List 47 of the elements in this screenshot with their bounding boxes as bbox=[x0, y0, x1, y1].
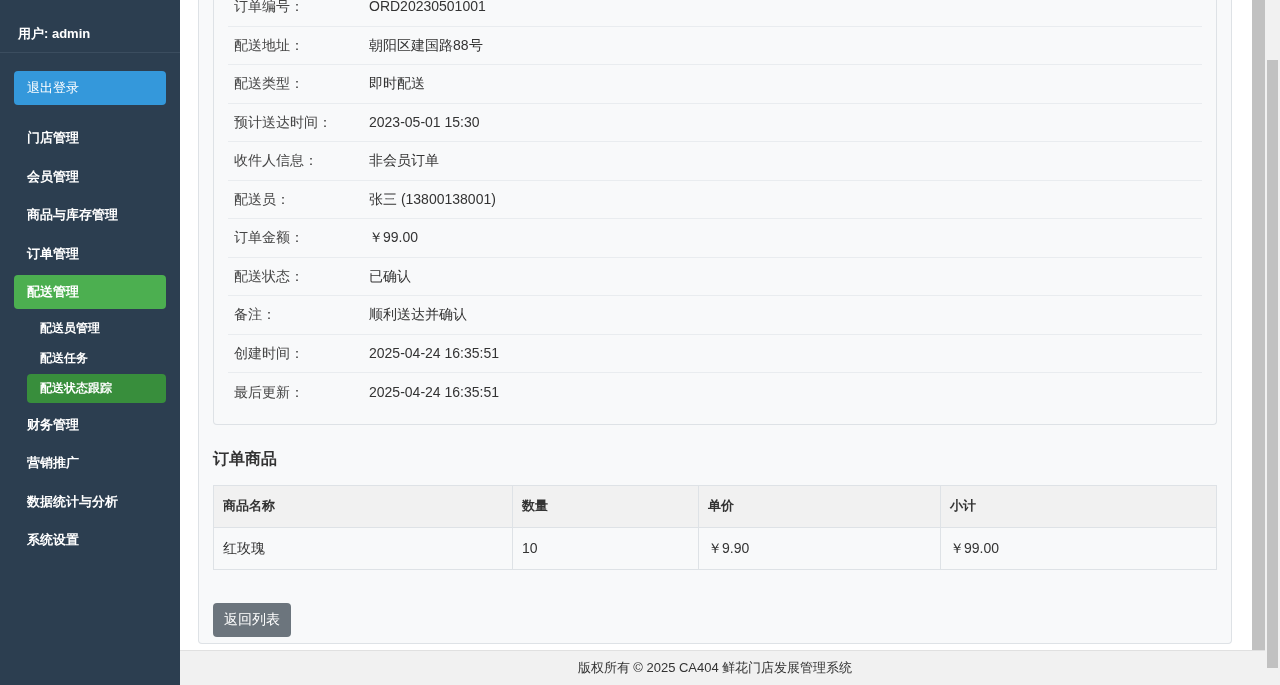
column-header: 小计 bbox=[940, 485, 1216, 527]
nav-subitem[interactable]: 配送状态跟踪 bbox=[27, 373, 166, 403]
nav-item[interactable]: 订单管理 bbox=[14, 236, 166, 271]
detail-value: 2025-04-24 16:35:51 bbox=[369, 382, 499, 402]
detail-label: 订单编号： bbox=[233, 0, 305, 17]
table-cell: ￥9.90 bbox=[698, 527, 940, 569]
nav-item[interactable]: 会员管理 bbox=[14, 159, 166, 194]
detail-value: 2023-05-01 15:30 bbox=[369, 112, 480, 132]
column-header: 单价 bbox=[698, 485, 940, 527]
nav-item[interactable]: 商品与库存管理 bbox=[14, 198, 166, 232]
scrollbar-thumb[interactable] bbox=[1267, 60, 1278, 668]
section-title: 订单商品 bbox=[213, 448, 278, 469]
detail-value: ORD20230501001 bbox=[369, 0, 486, 17]
detail-label: 创建时间： bbox=[233, 343, 305, 363]
nav-item[interactable]: 营销推广 bbox=[14, 446, 166, 480]
footer-text: 版权所有 © 2025 CA404 鲜花门店发展管理系统 bbox=[577, 659, 853, 678]
column-header: 数量 bbox=[512, 485, 698, 527]
detail-label: 预计送达时间： bbox=[233, 112, 333, 132]
user-label: 用户: admin bbox=[18, 25, 91, 44]
table-cell: 10 bbox=[512, 527, 698, 569]
detail-label: 配送员： bbox=[233, 189, 291, 209]
nav-subitem[interactable]: 配送任务 bbox=[27, 343, 166, 373]
scrollbar-thumb[interactable] bbox=[1252, 0, 1265, 650]
detail-value: 已确认 bbox=[369, 266, 411, 286]
detail-value: 顺利送达并确认 bbox=[369, 305, 467, 325]
detail-label: 配送状态： bbox=[233, 266, 305, 286]
table-cell: ￥99.00 bbox=[940, 527, 1216, 569]
detail-value: 非会员订单 bbox=[369, 151, 439, 171]
detail-value: 2025-04-24 16:35:51 bbox=[369, 343, 499, 363]
detail-label: 最后更新： bbox=[233, 382, 305, 402]
table-cell-text: 红玫瑰 bbox=[222, 538, 266, 558]
detail-label: 备注： bbox=[233, 305, 277, 325]
column-header: 商品名称 bbox=[222, 497, 276, 516]
detail-value: ￥99.00 bbox=[369, 228, 419, 248]
detail-value: 张三 (13800138001) bbox=[369, 189, 496, 209]
back-button[interactable]: 返回列表 bbox=[213, 602, 291, 637]
nav-subitem[interactable]: 配送员管理 bbox=[27, 313, 166, 343]
nav-item[interactable]: 数据统计与分析 bbox=[14, 484, 166, 519]
detail-label: 收件人信息： bbox=[233, 151, 319, 171]
detail-label: 配送类型： bbox=[233, 74, 305, 94]
detail-value: 即时配送 bbox=[369, 74, 425, 94]
nav-item[interactable]: 财务管理 bbox=[14, 407, 166, 442]
detail-label: 配送地址： bbox=[233, 35, 305, 55]
nav-item[interactable]: 门店管理 bbox=[14, 121, 166, 155]
detail-value: 朝阳区建国路88号 bbox=[369, 35, 483, 55]
detail-label: 订单金额： bbox=[233, 228, 305, 248]
nav-item[interactable]: 系统设置 bbox=[14, 523, 166, 557]
